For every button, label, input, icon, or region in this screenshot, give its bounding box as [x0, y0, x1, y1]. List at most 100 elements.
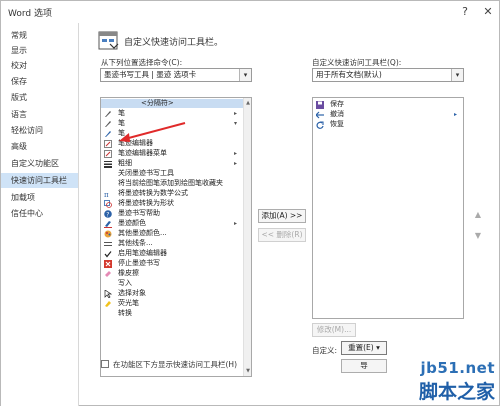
remove-button[interactable]: << 删除(R)	[258, 228, 306, 242]
list-item[interactable]: 笔	[101, 129, 243, 138]
choose-from-label: 从下列位置选择命令(C):	[101, 58, 183, 67]
sidebar-item-trust-center[interactable]: 信任中心	[1, 206, 78, 221]
chevron-down-icon: ▾	[451, 69, 463, 81]
scroll-down-icon[interactable]: ▼	[244, 367, 251, 375]
list-item[interactable]: 其他墨迹颜色...	[101, 229, 243, 238]
watermark-url: jb51.net	[420, 359, 495, 377]
customize-qat-value: 用于所有文档(默认)	[316, 70, 382, 79]
list-item[interactable]: 撤消 ▸	[313, 110, 463, 119]
highlighter-icon	[105, 301, 111, 307]
list-item[interactable]: 其他线条...	[101, 239, 243, 248]
list-item[interactable]: 笔迹编辑器	[101, 139, 243, 148]
list-item[interactable]: 荧光笔	[101, 299, 243, 308]
submenu-arrow-icon: ▸	[233, 110, 237, 117]
pen-icon	[105, 111, 111, 117]
stop-ink-icon	[104, 260, 112, 268]
svg-text:?: ?	[106, 212, 109, 219]
more-ink-colors-icon	[104, 230, 112, 238]
commands-list[interactable]: <分隔符> 笔 ▸ 笔 ▾ 笔 笔迹编辑器 笔迹编辑器菜单 ▸ 粗细 ▸ 关闭墨…	[100, 97, 252, 377]
help-button[interactable]: ?	[456, 3, 474, 21]
sidebar-item-advanced[interactable]: 高级	[1, 139, 78, 154]
list-item[interactable]: 写入	[101, 279, 243, 288]
ink-color-icon	[104, 221, 112, 228]
sidebar-item-save[interactable]: 保存	[1, 74, 78, 89]
submenu-arrow-icon: ▸	[233, 160, 237, 167]
dropdown-arrow-icon: ▾	[233, 120, 237, 127]
move-up-icon[interactable]: ▲	[472, 209, 484, 221]
sidebar-item-proofing[interactable]: 校对	[1, 58, 78, 73]
sidebar-item-general[interactable]: 常规	[1, 28, 78, 43]
options-sidebar: 常规 显示 校对 保存 版式 语言 轻松访问 高级 自定义功能区 快速访问工具栏…	[1, 23, 79, 406]
show-below-ribbon-label: 在功能区下方显示快速访问工具栏(H)	[113, 360, 237, 369]
submenu-arrow-icon: ▸	[453, 111, 457, 118]
list-item[interactable]: 笔迹编辑器菜单 ▸	[101, 149, 243, 158]
list-item[interactable]: 墨迹颜色 ▸	[101, 219, 243, 228]
quick-access-toolbar-icon	[98, 31, 119, 50]
ink-to-math-icon: π	[104, 191, 109, 198]
ink-editor-icon	[104, 140, 112, 148]
chevron-down-icon: ▾	[239, 69, 251, 81]
list-item[interactable]: 选择对象	[101, 289, 243, 298]
save-icon	[316, 101, 324, 109]
sidebar-item-addins[interactable]: 加载项	[1, 190, 78, 205]
ink-to-shape-icon	[104, 200, 112, 208]
main-panel: 自定义快速访问工具栏。 从下列位置选择命令(C): 墨迹书写工具 | 墨迹 选项…	[80, 23, 500, 406]
sidebar-item-customize-ribbon[interactable]: 自定义功能区	[1, 156, 78, 171]
eraser-icon	[105, 271, 111, 277]
list-item[interactable]: 将当前绘图笔添加到绘图笔收藏夹	[101, 179, 243, 188]
sidebar-item-display[interactable]: 显示	[1, 43, 78, 58]
show-below-ribbon-checkbox[interactable]	[101, 360, 109, 368]
close-button[interactable]: ✕	[479, 3, 497, 21]
customize-qat-dropdown[interactable]: 用于所有文档(默认) ▾	[312, 68, 464, 82]
select-objects-icon	[104, 290, 112, 298]
reset-button[interactable]: 重置(E) ▾	[341, 341, 387, 355]
commands-list-scrollbar[interactable]: ▲ ▼	[243, 98, 251, 376]
sidebar-item-language[interactable]: 语言	[1, 107, 78, 122]
list-item[interactable]: <分隔符>	[101, 99, 243, 108]
watermark-brand: 脚本之家	[418, 381, 495, 403]
list-item[interactable]: 橡皮擦	[101, 269, 243, 278]
list-item[interactable]: 启用笔迹编辑器	[101, 249, 243, 258]
move-down-icon[interactable]: ▼	[472, 230, 484, 242]
list-item[interactable]: 停止墨迹书写	[101, 259, 243, 268]
window-title: Word 选项	[8, 9, 52, 19]
pen-icon	[105, 121, 111, 127]
list-item[interactable]: 笔 ▸	[101, 109, 243, 118]
add-button[interactable]: 添加(A) >>	[258, 209, 306, 223]
svg-text:π: π	[104, 191, 109, 198]
submenu-arrow-icon: ▸	[233, 220, 237, 227]
title-bar: Word 选项 ? ✕	[1, 1, 499, 23]
list-item[interactable]: 恢复	[313, 120, 463, 129]
customize-qat-label: 自定义快速访问工具栏(Q):	[312, 58, 402, 67]
quick-access-toolbar-list[interactable]: 保存 撤消 ▸ 恢复	[312, 97, 464, 319]
modify-button[interactable]: 修改(M)...	[312, 323, 356, 337]
import-export-button[interactable]: 导	[341, 359, 387, 373]
site-watermark: jb51.net 脚本之家	[389, 357, 499, 405]
more-lines-icon	[104, 242, 112, 246]
scroll-up-icon[interactable]: ▲	[244, 99, 251, 107]
list-item[interactable]: 笔 ▾	[101, 119, 243, 128]
list-item[interactable]: 转换	[101, 309, 243, 318]
list-item[interactable]: 粗细 ▸	[101, 159, 243, 168]
undo-icon	[316, 111, 324, 119]
list-item[interactable]: 将墨迹转换为形状	[101, 199, 243, 208]
list-item[interactable]: 关闭墨迹书写工具	[101, 169, 243, 178]
page-title: 自定义快速访问工具栏。	[124, 38, 224, 48]
choose-commands-from-value: 墨迹书写工具 | 墨迹 选项卡	[104, 70, 197, 79]
sidebar-item-layout[interactable]: 版式	[1, 90, 78, 105]
ink-editor-menu-icon	[104, 150, 112, 158]
list-item[interactable]: 保存	[313, 100, 463, 109]
pen-icon	[105, 131, 111, 137]
list-item[interactable]: π 将墨迹转换为数学公式	[101, 189, 243, 198]
check-icon	[104, 251, 112, 258]
word-options-dialog: Word 选项 ? ✕ 常规 显示 校对 保存 版式 语言 轻松访问 高级 自定…	[0, 0, 500, 406]
sidebar-item-quick-access-toolbar[interactable]: 快速访问工具栏	[1, 173, 78, 188]
submenu-arrow-icon: ▸	[233, 150, 237, 157]
thickness-icon	[104, 161, 112, 168]
sidebar-item-accessibility[interactable]: 轻松访问	[1, 123, 78, 138]
customize-label: 自定义:	[312, 346, 338, 355]
ink-help-icon: ?	[104, 210, 112, 218]
choose-commands-from-dropdown[interactable]: 墨迹书写工具 | 墨迹 选项卡 ▾	[100, 68, 252, 82]
redo-icon	[316, 121, 324, 129]
list-item[interactable]: ? 墨迹书写帮助	[101, 209, 243, 218]
